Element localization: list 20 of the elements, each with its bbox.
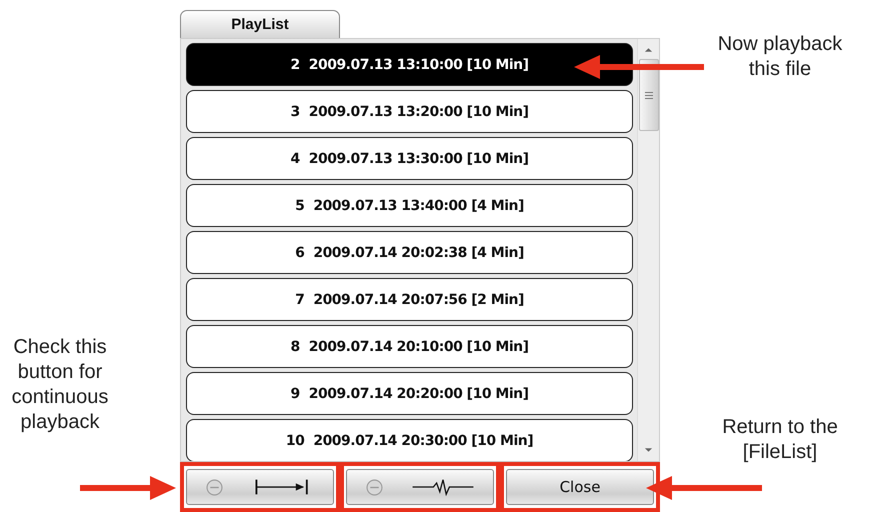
playlist-item[interactable]: 7 2009.07.14 20:07:56 [2 Min] [186,278,633,321]
playlist-item[interactable]: 3 2009.07.13 13:20:00 [10 Min] [186,90,633,133]
playlist-item[interactable]: 5 2009.07.13 13:40:00 [4 Min] [186,184,633,227]
playlist-item[interactable]: 10 2009.07.14 20:30:00 [10 Min] [186,419,633,461]
playlist-item[interactable]: 4 2009.07.13 13:30:00 [10 Min] [186,137,633,180]
callout-text: Check this button for continuous playback [10,335,110,435]
scroll-thumb[interactable] [638,59,658,131]
scroll-up-icon[interactable] [644,47,653,53]
callout-text: Return to the [FileList] [721,415,839,465]
close-button[interactable]: Close [506,469,654,505]
playlist-item[interactable]: 9 2009.07.14 20:20:00 [10 Min] [186,372,633,415]
callout-text: Now playback this file [716,32,844,82]
playlist-item[interactable]: 8 2009.07.14 20:10:00 [10 Min] [186,325,633,368]
playlist-item[interactable]: 2 2009.07.13 13:10:00 [10 Min] [186,43,633,86]
scroll-down-icon[interactable] [644,447,653,453]
scrollbar[interactable] [637,39,659,461]
playlist-tab[interactable]: PlayList [180,10,340,38]
continuous-play-button[interactable] [186,469,334,505]
waveform-button[interactable] [346,469,494,505]
playlist-item[interactable]: 6 2009.07.14 20:02:38 [4 Min] [186,231,633,274]
